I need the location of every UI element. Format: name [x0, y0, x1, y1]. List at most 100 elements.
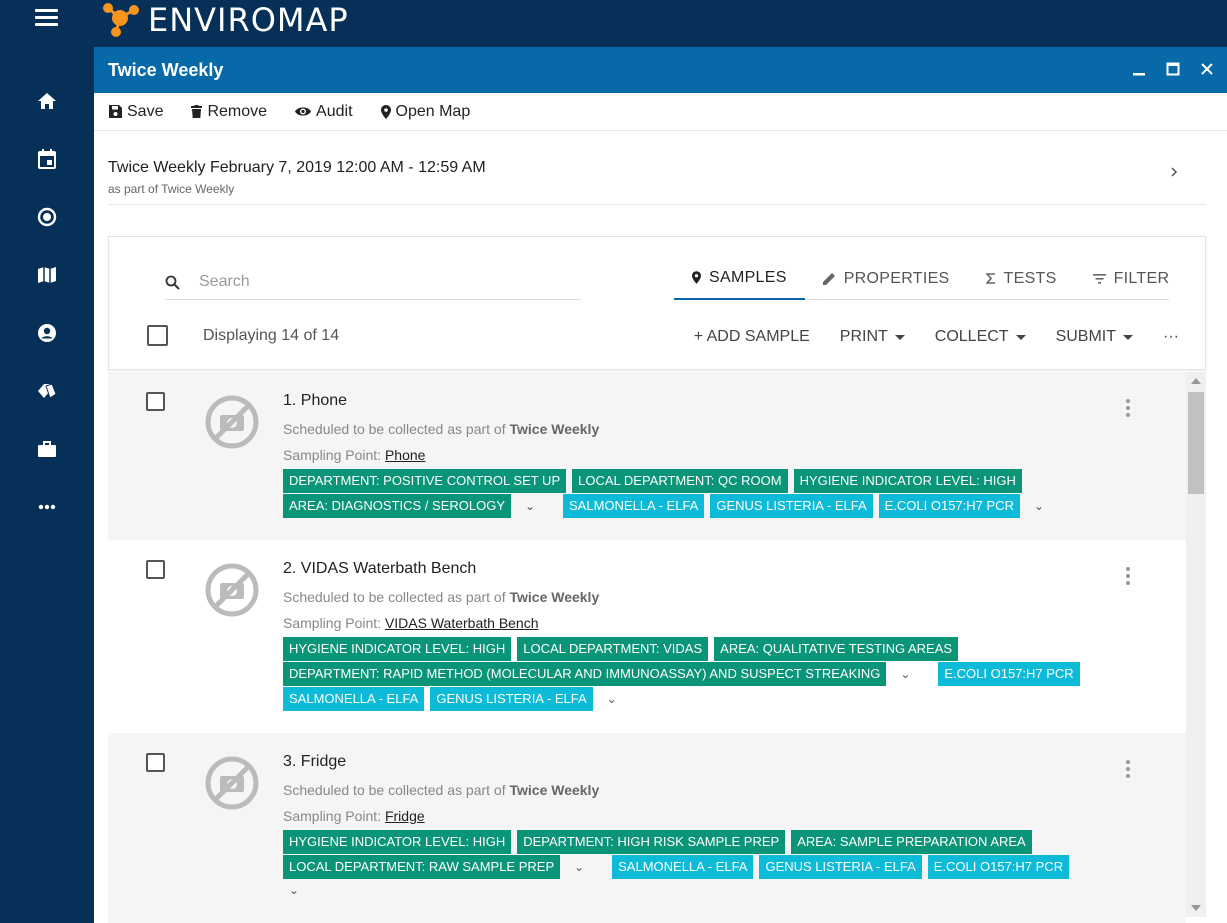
kebab-menu-icon[interactable]: [1126, 399, 1132, 420]
submit-label: SUBMIT: [1055, 328, 1117, 345]
sigma-icon: [985, 273, 995, 284]
minimize-icon[interactable]: [1129, 59, 1149, 79]
sample-list: 1. Phone Scheduled to be collected as pa…: [108, 372, 1186, 923]
remove-label: Remove: [207, 102, 268, 120]
list-item[interactable]: 2. VIDAS Waterbath Bench Scheduled to be…: [108, 540, 1186, 733]
expand-chevron-icon[interactable]: ⌄: [1028, 499, 1050, 513]
property-chip: AREA: SAMPLE PREPARATION AREA: [791, 830, 1032, 854]
map-icon[interactable]: [36, 264, 58, 286]
test-chip: E.COLI O157:H7 PCR: [938, 662, 1080, 686]
open-map-button[interactable]: Open Map: [380, 103, 470, 121]
select-all-checkbox[interactable]: [147, 325, 168, 346]
property-chips: HYGIENE INDICATOR LEVEL: HIGH DEPARTMENT…: [283, 830, 1032, 854]
collect-dropdown[interactable]: COLLECT: [935, 328, 1026, 346]
hamburger-menu-icon[interactable]: [35, 9, 58, 27]
side-navigation: [0, 47, 94, 923]
tab-samples-label: SAMPLES: [709, 268, 787, 286]
sampling-point-link[interactable]: Phone: [385, 447, 425, 463]
sampling-point: Sampling Point: VIDAS Waterbath Bench: [283, 615, 539, 631]
test-chip: GENUS LISTERIA - ELFA: [710, 494, 873, 518]
test-chip: GENUS LISTERIA - ELFA: [759, 855, 922, 879]
sampling-point-link[interactable]: Fridge: [385, 808, 425, 824]
briefcase-icon[interactable]: [36, 438, 58, 460]
scroll-down-icon[interactable]: [1191, 905, 1201, 911]
tab-filter-label: FILTER: [1113, 269, 1170, 287]
test-chip: GENUS LISTERIA - ELFA: [430, 687, 593, 711]
sample-checkbox[interactable]: [146, 392, 165, 411]
expand-chevron-icon[interactable]: ⌄: [894, 667, 916, 681]
chips-row-2: DEPARTMENT: RAPID METHOD (MOLECULAR AND …: [283, 662, 1080, 686]
tab-properties[interactable]: PROPERTIES: [805, 257, 968, 300]
logo-molecule-icon: [103, 3, 139, 37]
property-chip: HYGIENE INDICATOR LEVEL: HIGH: [283, 830, 512, 854]
sample-checkbox[interactable]: [146, 560, 165, 579]
event-header[interactable]: Twice Weekly February 7, 2019 12:00 AM -…: [108, 157, 1206, 205]
expand-chevron-icon[interactable]: ⌄: [519, 499, 541, 513]
caret-down-icon: [1015, 334, 1026, 340]
property-chip: AREA: QUALITATIVE TESTING AREAS: [714, 637, 959, 661]
expand-chevron-icon[interactable]: ⌄: [601, 692, 623, 706]
audit-button[interactable]: Audit: [295, 102, 353, 121]
tab-samples[interactable]: SAMPLES: [674, 257, 805, 300]
list-item[interactable]: 3. Fridge Scheduled to be collected as p…: [108, 733, 1186, 923]
chips-row-2: AREA: DIAGNOSTICS / SEROLOGY ⌄ SALMONELL…: [283, 494, 1066, 518]
tab-tests[interactable]: TESTS: [968, 257, 1075, 300]
property-chips: HYGIENE INDICATOR LEVEL: HIGH LOCAL DEPA…: [283, 637, 959, 661]
sample-schedule: Scheduled to be collected as part of Twi…: [283, 421, 599, 437]
calendar-icon[interactable]: [36, 148, 58, 170]
print-dropdown[interactable]: PRINT: [840, 328, 905, 346]
schedule-plan: Twice Weekly: [509, 421, 600, 437]
schedule-prefix: Scheduled to be collected as part of: [283, 782, 506, 798]
sample-checkbox[interactable]: [146, 753, 165, 772]
list-scrollbar[interactable]: [1186, 372, 1206, 917]
property-chip: HYGIENE INDICATOR LEVEL: HIGH: [793, 469, 1022, 493]
chips-row-3: SALMONELLA - ELFA GENUS LISTERIA - ELFA …: [283, 687, 639, 711]
save-button[interactable]: Save: [109, 103, 163, 121]
sample-title: 3. Fridge: [283, 753, 347, 770]
expand-chevron-icon[interactable]: ⌄: [568, 860, 590, 874]
sampling-point-label: Sampling Point:: [283, 447, 382, 463]
caret-down-icon: [894, 334, 905, 340]
sample-title: 1. Phone: [283, 392, 348, 409]
list-item[interactable]: 1. Phone Scheduled to be collected as pa…: [108, 372, 1186, 540]
remove-button[interactable]: Remove: [191, 103, 267, 121]
account-icon[interactable]: [36, 322, 58, 344]
close-icon[interactable]: [1197, 59, 1217, 79]
schedule-plan: Twice Weekly: [509, 782, 600, 798]
more-actions-button[interactable]: ···: [1163, 328, 1179, 346]
kebab-menu-icon[interactable]: [1126, 567, 1132, 588]
tab-properties-label: PROPERTIES: [843, 269, 950, 287]
sampling-point: Sampling Point: Fridge: [283, 808, 425, 824]
maximize-icon[interactable]: [1163, 59, 1183, 79]
submit-dropdown[interactable]: SUBMIT: [1055, 328, 1134, 346]
no-photo-icon: [205, 563, 259, 617]
collect-label: COLLECT: [934, 328, 1009, 345]
kebab-menu-icon[interactable]: [1126, 760, 1132, 781]
scrollbar-thumb[interactable]: [1188, 392, 1204, 494]
pencil-icon: [822, 273, 835, 285]
home-icon[interactable]: [36, 90, 58, 112]
print-label: PRINT: [839, 328, 888, 345]
property-chip: DEPARTMENT: RAPID METHOD (MOLECULAR AND …: [283, 662, 887, 686]
target-icon[interactable]: [36, 206, 58, 228]
tags-icon[interactable]: [36, 380, 58, 402]
schedule-plan: Twice Weekly: [509, 589, 600, 605]
test-chip: E.COLI O157:H7 PCR: [878, 494, 1020, 518]
tab-filter[interactable]: FILTER: [1075, 257, 1188, 300]
more-actions-icon: ···: [1163, 328, 1179, 345]
property-chip: LOCAL DEPARTMENT: QC ROOM: [572, 469, 788, 493]
expand-chevron-icon[interactable]: ⌄: [283, 883, 305, 897]
add-sample-label: + ADD SAMPLE: [693, 328, 810, 345]
more-icon[interactable]: [36, 496, 58, 518]
property-chip: LOCAL DEPARTMENT: VIDAS: [517, 637, 709, 661]
filter-icon: [1092, 273, 1106, 284]
property-chip: HYGIENE INDICATOR LEVEL: HIGH: [283, 637, 512, 661]
sampling-point-link[interactable]: VIDAS Waterbath Bench: [385, 615, 539, 631]
property-chip: LOCAL DEPARTMENT: RAW SAMPLE PREP: [283, 855, 561, 879]
search-input[interactable]: [199, 269, 569, 295]
add-sample-button[interactable]: + ADD SAMPLE: [694, 328, 810, 346]
schedule-prefix: Scheduled to be collected as part of: [283, 421, 506, 437]
chevron-right-icon[interactable]: [1170, 165, 1178, 181]
scroll-up-icon[interactable]: [1191, 378, 1201, 384]
audit-label: Audit: [316, 102, 353, 120]
